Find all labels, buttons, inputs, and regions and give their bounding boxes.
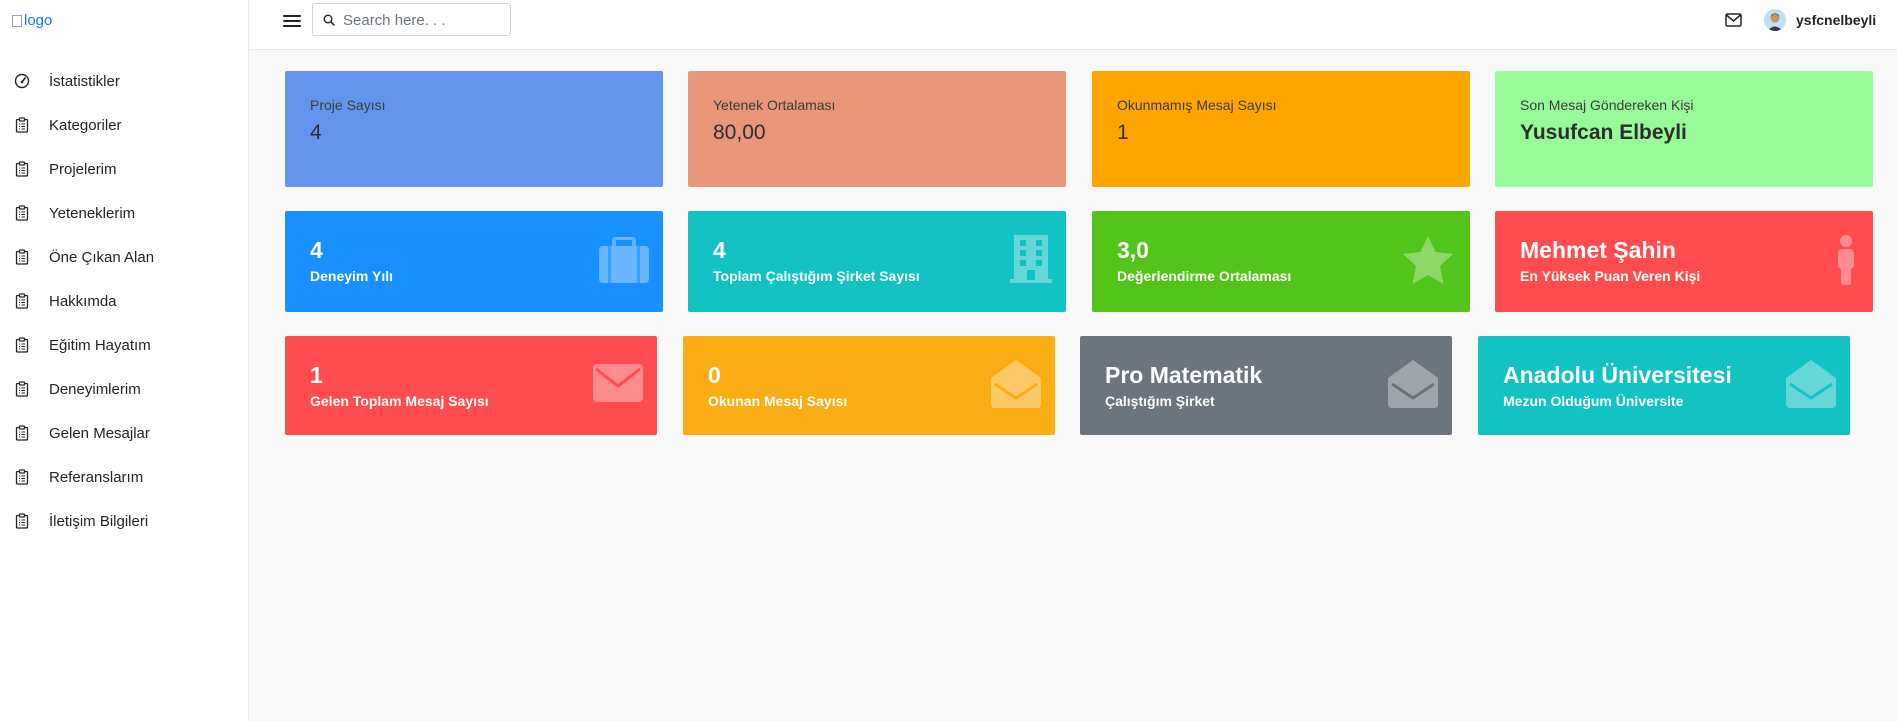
- person-icon: [1838, 235, 1854, 285]
- stat-card-degerlendirme: 3,0 Değerlendirme Ortalaması: [1092, 211, 1470, 312]
- search-input[interactable]: [341, 8, 505, 33]
- sidebar-item-referanslarim[interactable]: Referanslarım: [0, 457, 248, 497]
- stat-label: Çalıştığım Şirket: [1105, 393, 1215, 409]
- stat-card-en-yuksek-puan: Mehmet Şahin En Yüksek Puan Veren Kişi: [1495, 211, 1873, 312]
- logo[interactable]: logo: [12, 12, 52, 29]
- stat-card-universite: Anadolu Üniversitesi Mezun Olduğum Ünive…: [1478, 336, 1850, 435]
- clipboard-icon: [15, 469, 29, 485]
- building-icon: [1010, 235, 1052, 283]
- sidebar-item-label: İstatistikler: [49, 72, 120, 90]
- clipboard-icon: [15, 513, 29, 529]
- stat-label: Değerlendirme Ortalaması: [1117, 268, 1292, 284]
- clipboard-icon: [15, 337, 29, 353]
- sidebar-item-istatistikler[interactable]: İstatistikler: [0, 61, 248, 101]
- stat-value: Yusufcan Elbeyli: [1520, 121, 1687, 144]
- sidebar-item-kategoriler[interactable]: Kategoriler: [0, 105, 248, 145]
- envelope-open-icon: [1786, 360, 1836, 408]
- stat-card-sirket-sayisi: 4 Toplam Çalıştığım Şirket Sayısı: [688, 211, 1066, 312]
- logo-alt-text: logo: [24, 12, 53, 29]
- sidebar-item-label: Referanslarım: [49, 468, 144, 486]
- sidebar-item-deneyimlerim[interactable]: Deneyimlerim: [0, 369, 248, 409]
- clipboard-icon: [15, 425, 29, 441]
- stat-label: Deneyim Yılı: [310, 268, 394, 284]
- stat-value: 4: [713, 237, 726, 263]
- avatar[interactable]: [1764, 9, 1786, 31]
- stat-card-yetenek-ortalamasi: Yetenek Ortalaması 80,00: [688, 71, 1066, 187]
- username[interactable]: ysfcnelbeyli: [1796, 12, 1876, 28]
- stat-label: Mezun Olduğum Üniversite: [1503, 393, 1684, 409]
- stat-value: 4: [310, 237, 323, 263]
- sidebar-item-iletisim-bilgileri[interactable]: İletişim Bilgileri: [0, 501, 248, 541]
- sidebar-item-one-cikan-alan[interactable]: Öne Çıkan Alan: [0, 237, 248, 277]
- stat-card-gelen-mesaj: 1 Gelen Toplam Mesaj Sayısı: [285, 336, 657, 435]
- sidebar: logo İstatistikler Kategoriler Projeleri…: [0, 0, 249, 721]
- sidebar-item-hakkimda[interactable]: Hakkımda: [0, 281, 248, 321]
- stat-card-okunmamis-mesaj: Okunmamış Mesaj Sayısı 1: [1092, 71, 1470, 187]
- envelope-open-icon: [991, 360, 1041, 408]
- sidebar-item-label: Eğitim Hayatım: [49, 336, 151, 354]
- stat-title: Proje Sayısı: [310, 97, 386, 113]
- stat-card-calistigim-sirket: Pro Matematik Çalıştığım Şirket: [1080, 336, 1452, 435]
- sidebar-item-projelerim[interactable]: Projelerim: [0, 149, 248, 189]
- sidebar-item-yeteneklerim[interactable]: Yeteneklerim: [0, 193, 248, 233]
- stat-card-proje-sayisi: Proje Sayısı 4: [285, 71, 663, 187]
- stat-card-deneyim-yili: 4 Deneyim Yılı: [285, 211, 663, 312]
- gauge-icon: [14, 73, 30, 89]
- search-box: [312, 3, 511, 36]
- stat-value: 0: [708, 362, 721, 388]
- sidebar-item-label: Gelen Mesajlar: [49, 424, 150, 442]
- stat-value: 1: [310, 362, 323, 388]
- sidebar-item-egitim-hayatim[interactable]: Eğitim Hayatım: [0, 325, 248, 365]
- stat-value: 4: [310, 121, 322, 144]
- search-icon: [323, 14, 335, 26]
- stat-card-son-mesaj-gonderen: Son Mesaj Göndereken Kişi Yusufcan Elbey…: [1495, 71, 1873, 187]
- star-icon: [1403, 236, 1453, 284]
- sidebar-item-label: Projelerim: [49, 160, 117, 178]
- sidebar-item-label: Hakkımda: [49, 292, 117, 310]
- stat-value: 1: [1117, 121, 1129, 144]
- sidebar-item-label: Yeteneklerim: [49, 204, 136, 222]
- sidebar-item-label: İletişim Bilgileri: [49, 512, 149, 530]
- stat-value: Mehmet Şahin: [1520, 237, 1676, 263]
- suitcase-icon: [599, 237, 649, 283]
- stat-label: Okunan Mesaj Sayısı: [708, 393, 848, 409]
- stat-label: Toplam Çalıştığım Şirket Sayısı: [713, 268, 920, 284]
- stat-value: 3,0: [1117, 237, 1149, 263]
- mail-icon[interactable]: [1725, 13, 1742, 27]
- envelope-open-icon: [1388, 360, 1438, 408]
- stat-title: Son Mesaj Göndereken Kişi: [1520, 97, 1694, 113]
- stat-card-okunan-mesaj: 0 Okunan Mesaj Sayısı: [683, 336, 1055, 435]
- stat-label: En Yüksek Puan Veren Kişi: [1520, 268, 1701, 284]
- stat-value: Anadolu Üniversitesi: [1503, 362, 1732, 388]
- broken-image-icon: [12, 14, 22, 27]
- clipboard-icon: [15, 161, 29, 177]
- envelope-icon: [593, 364, 643, 402]
- clipboard-icon: [15, 249, 29, 265]
- avatar-image: [1764, 9, 1786, 31]
- clipboard-icon: [15, 381, 29, 397]
- clipboard-icon: [15, 117, 29, 133]
- sidebar-item-label: Kategoriler: [49, 116, 122, 134]
- clipboard-icon: [15, 205, 29, 221]
- sidebar-item-label: Öne Çıkan Alan: [49, 248, 155, 266]
- sidebar-item-label: Deneyimlerim: [49, 380, 141, 398]
- topbar: ysfcnelbeyli: [249, 0, 1897, 50]
- clipboard-icon: [15, 293, 29, 309]
- menu-toggle-icon[interactable]: [283, 13, 301, 29]
- stat-label: Gelen Toplam Mesaj Sayısı: [310, 393, 489, 409]
- sidebar-item-gelen-mesajlar[interactable]: Gelen Mesajlar: [0, 413, 248, 453]
- stat-title: Yetenek Ortalaması: [713, 97, 836, 113]
- stat-title: Okunmamış Mesaj Sayısı: [1117, 97, 1277, 113]
- stat-value: Pro Matematik: [1105, 362, 1263, 388]
- stat-value: 80,00: [713, 121, 766, 144]
